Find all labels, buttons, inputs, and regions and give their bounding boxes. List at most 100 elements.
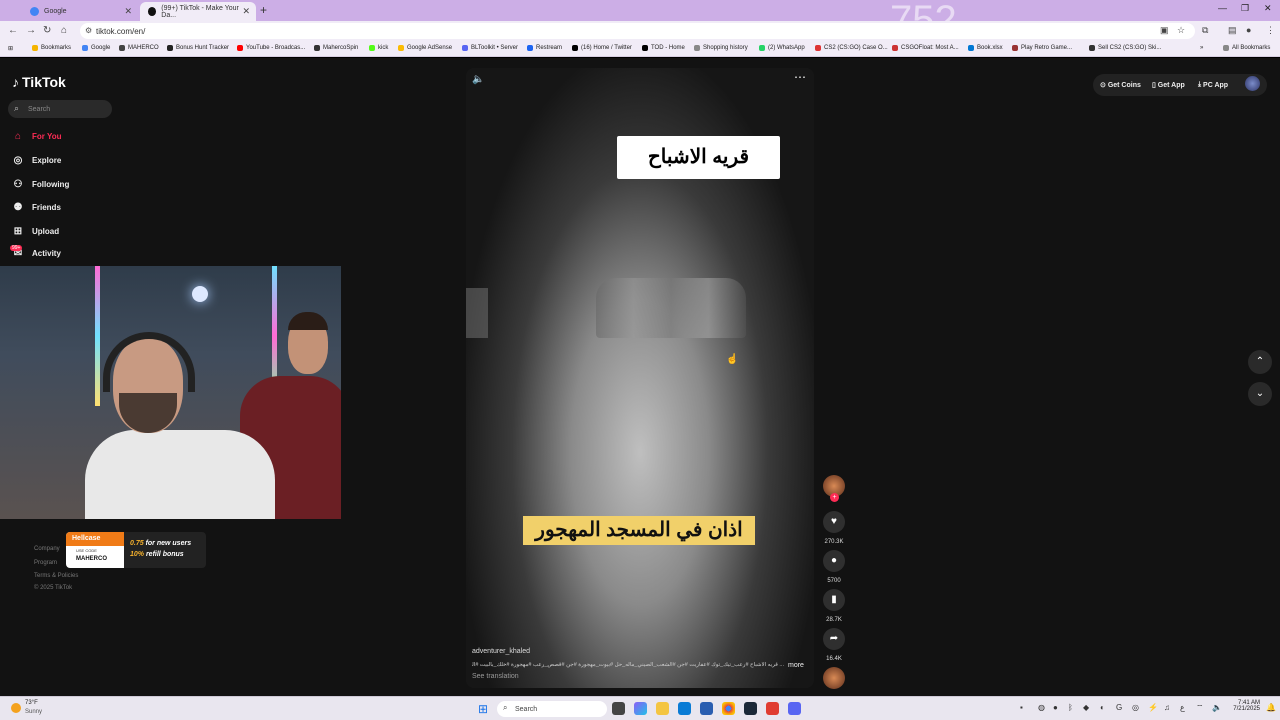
maximize-icon[interactable]: ❐ — [1241, 3, 1249, 14]
bookmark-item[interactable]: Bookmarks — [32, 45, 71, 51]
bookmark-item[interactable]: Play Retro Game... — [1012, 45, 1072, 51]
taskbar-search[interactable]: ⌕ Search — [497, 701, 607, 717]
file-explorer-icon[interactable] — [656, 702, 669, 715]
bookmark-item[interactable]: CSGOFloat: Most A... — [892, 45, 959, 51]
minimize-icon[interactable]: — — [1218, 3, 1227, 13]
bookmark-item[interactable]: kick — [369, 45, 388, 51]
nav-following[interactable]: ⚇ Following — [12, 179, 70, 190]
video-author[interactable]: adventurer_khaled — [472, 648, 530, 655]
reload-icon[interactable]: ↻ — [43, 25, 51, 36]
next-video-button[interactable]: ⌄ — [1248, 382, 1272, 406]
close-tab-icon[interactable]: ✕ — [242, 6, 250, 17]
follow-plus-icon[interactable]: + — [830, 493, 839, 502]
steam-icon[interactable] — [744, 702, 757, 715]
bookmark-item[interactable]: BLToolkit • Server — [462, 45, 518, 51]
chrome-icon[interactable] — [722, 702, 735, 715]
volume-icon[interactable]: 🔈 — [1212, 703, 1222, 712]
edge-icon[interactable] — [678, 702, 691, 715]
bookmark-item[interactable]: Google — [82, 45, 110, 51]
bookmark-item[interactable]: Bonus Hunt Tracker — [167, 45, 229, 51]
footer-program[interactable]: Program — [34, 560, 57, 566]
notifications-icon[interactable]: 🔔 — [1266, 703, 1276, 712]
weather-temp[interactable]: 73°F — [25, 700, 38, 706]
system-clock[interactable]: 7:41 AM 7/21/2025 — [1230, 700, 1260, 712]
discord-icon[interactable] — [788, 702, 801, 715]
tiktok-logo[interactable]: ♪ TikTok — [12, 74, 66, 90]
install-icon[interactable]: ▣ — [1160, 25, 1169, 36]
all-bookmarks[interactable]: All Bookmarks — [1223, 45, 1270, 51]
see-translation-link[interactable]: See translation — [472, 673, 519, 680]
music-disc-avatar[interactable] — [823, 667, 845, 689]
new-tab-button[interactable]: + — [260, 3, 267, 17]
previous-video-button[interactable]: ⌃ — [1248, 350, 1272, 374]
tray-icon[interactable]: ● — [1053, 703, 1058, 712]
tab-tiktok[interactable]: (99+) TikTok - Make Your Da... ✕ — [140, 2, 256, 21]
bookmark-item[interactable]: (2) WhatsApp — [759, 45, 805, 51]
site-info-icon[interactable]: ⚙ — [85, 26, 92, 35]
bookmark-item[interactable]: Book.xlsx — [968, 45, 1003, 51]
microphone-icon[interactable]: ♫ — [1164, 703, 1170, 712]
footer-copyright: © 2025 TikTok — [34, 585, 73, 591]
close-window-icon[interactable]: ✕ — [1264, 3, 1272, 14]
bookmark-item[interactable]: MahercoSpin — [314, 45, 358, 51]
task-view-icon[interactable] — [612, 702, 625, 715]
bookmark-item[interactable]: MAHERCO — [119, 45, 159, 51]
video-player[interactable]: 🔈 ⋯ قريه الاشباح اذان في المسجد المهجور … — [466, 68, 814, 688]
copilot-icon[interactable] — [634, 702, 647, 715]
bookmark-item[interactable]: TOD - Home — [642, 45, 685, 51]
language-icon[interactable]: ع — [1180, 703, 1185, 712]
bookmark-item[interactable]: CS2 (CS:GO) Case O... — [815, 45, 888, 51]
more-bookmarks-icon[interactable]: » — [1200, 45, 1203, 51]
tray-icon[interactable]: ◆ — [1083, 703, 1089, 712]
like-button[interactable]: ♥ 270.3K — [822, 511, 846, 545]
extensions-icon[interactable]: ⧉ — [1202, 25, 1208, 36]
home-icon[interactable]: ⌂ — [61, 25, 67, 36]
bookmark-item[interactable]: Restream — [527, 45, 562, 51]
tray-icon[interactable]: ▪ — [1020, 703, 1023, 712]
network-icon[interactable]: ⌔ — [1196, 703, 1204, 713]
share-button[interactable]: ➦ 16.4K — [822, 628, 846, 662]
comment-button[interactable]: ● 5700 — [822, 550, 846, 584]
get-coins-button[interactable]: ⊙ Get Coins — [1100, 76, 1141, 94]
footer-terms[interactable]: Terms & Policies — [34, 573, 78, 579]
profile-avatar-icon[interactable]: ● — [1246, 25, 1251, 35]
store-icon[interactable] — [700, 702, 713, 715]
save-button[interactable]: ▮ 28.7K — [822, 589, 846, 623]
more-options-icon[interactable]: ⋯ — [794, 70, 806, 84]
tray-icon[interactable]: ⚡ — [1148, 703, 1158, 712]
tray-icon[interactable]: ◎ — [1132, 703, 1139, 712]
nav-friends[interactable]: ⚉ Friends — [12, 202, 61, 213]
sun-icon[interactable] — [11, 703, 21, 713]
tray-icon[interactable]: G — [1116, 703, 1122, 712]
nav-upload[interactable]: ⊞ Upload — [12, 226, 59, 237]
windows-start-icon[interactable]: ⊞ — [478, 702, 488, 716]
pc-app-button[interactable]: ⤓ PC App — [1198, 76, 1228, 94]
bookmark-item[interactable]: (16) Home / Twitter — [572, 45, 632, 51]
profile-avatar[interactable] — [1245, 76, 1260, 91]
get-app-button[interactable]: ▯ Get App — [1152, 76, 1185, 94]
bookmark-item[interactable]: YouTube - Broadcas... — [237, 45, 305, 51]
sidebar-icon[interactable]: ▤ — [1228, 25, 1237, 36]
nav-explore[interactable]: ◎ Explore — [12, 155, 62, 166]
volume-icon[interactable]: 🔈 — [472, 74, 484, 85]
nav-for-you[interactable]: ⌂ For You — [12, 131, 62, 142]
bluetooth-icon[interactable]: ᛒ — [1068, 703, 1073, 712]
footer-company[interactable]: Company — [34, 546, 60, 552]
description-more-link[interactable]: more — [788, 662, 804, 669]
app-icon[interactable] — [766, 702, 779, 715]
back-icon[interactable]: ← — [8, 25, 18, 36]
search-input[interactable]: ⌕ Search — [8, 100, 112, 118]
bookmark-item[interactable]: Google AdSense — [398, 45, 452, 51]
tab-google[interactable]: Google ✕ — [22, 2, 138, 21]
weather-condition[interactable]: Sunny — [25, 709, 42, 715]
bookmark-item[interactable]: Sell CS2 (CS:GO) Ski... — [1089, 45, 1161, 51]
star-icon[interactable]: ☆ — [1177, 25, 1185, 36]
bookmark-item[interactable]: Shopping history — [694, 45, 748, 51]
forward-icon[interactable]: → — [26, 25, 36, 36]
tray-icon[interactable]: ◐ — [1100, 703, 1105, 712]
close-tab-icon[interactable]: ✕ — [124, 6, 132, 17]
menu-icon[interactable]: ⋮ — [1266, 25, 1275, 36]
apps-icon[interactable]: ⊞ — [8, 45, 13, 52]
tray-icon[interactable]: ◍ — [1038, 703, 1045, 712]
address-bar[interactable]: ⚙ tiktok.com/en/ — [80, 23, 1195, 39]
